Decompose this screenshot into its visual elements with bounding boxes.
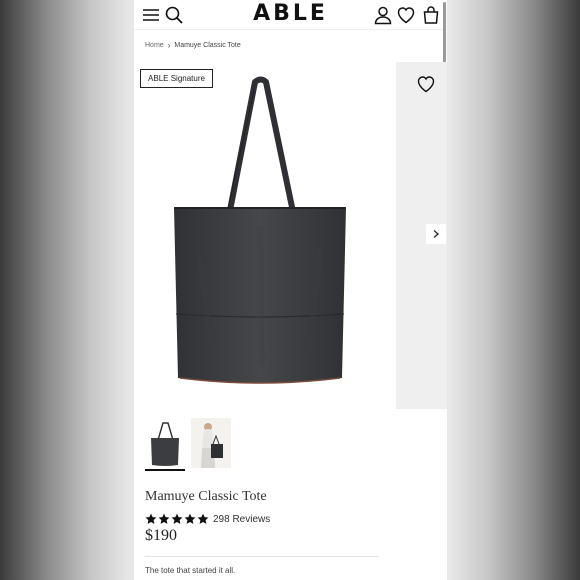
- site-header: ABLE: [134, 0, 447, 100]
- account-icon[interactable]: [373, 5, 393, 25]
- chevron-right-icon: [433, 230, 439, 238]
- reviews-link[interactable]: 298 Reviews: [213, 514, 270, 525]
- star-icon: [197, 513, 209, 524]
- signature-badge: ABLE Signature: [140, 69, 213, 88]
- thumbnail-tote[interactable]: [145, 418, 185, 471]
- add-to-wishlist-heart-icon[interactable]: [416, 74, 436, 94]
- product-tagline: The tote that started it all.: [145, 566, 236, 575]
- product-price: $190: [145, 527, 177, 544]
- next-image-button[interactable]: [426, 224, 446, 244]
- wishlist-icon[interactable]: [396, 5, 416, 25]
- star-icon: [171, 513, 183, 524]
- chevron-right-icon: ›: [167, 41, 171, 50]
- product-title: Mamuye Classic Tote: [145, 489, 267, 504]
- product-page: ABLE Home › Mamuye Classic Tote ABLE Sig…: [134, 0, 447, 580]
- thumbnail-tote-image: [151, 422, 179, 466]
- breadcrumb-home-link[interactable]: Home: [145, 42, 164, 49]
- thumbnail-model-image: [191, 418, 231, 468]
- star-icon: [184, 513, 196, 524]
- breadcrumb-current: Mamuye Classic Tote: [174, 42, 241, 49]
- star-icon: [158, 513, 170, 524]
- bag-icon[interactable]: [421, 5, 441, 25]
- star-icon: [145, 513, 157, 524]
- breadcrumb: Home › Mamuye Classic Tote: [145, 41, 241, 50]
- product-image-tote: [174, 76, 346, 384]
- divider: [145, 556, 379, 557]
- thumbnail-model[interactable]: [191, 418, 231, 468]
- product-rating[interactable]: 298 Reviews: [145, 513, 270, 525]
